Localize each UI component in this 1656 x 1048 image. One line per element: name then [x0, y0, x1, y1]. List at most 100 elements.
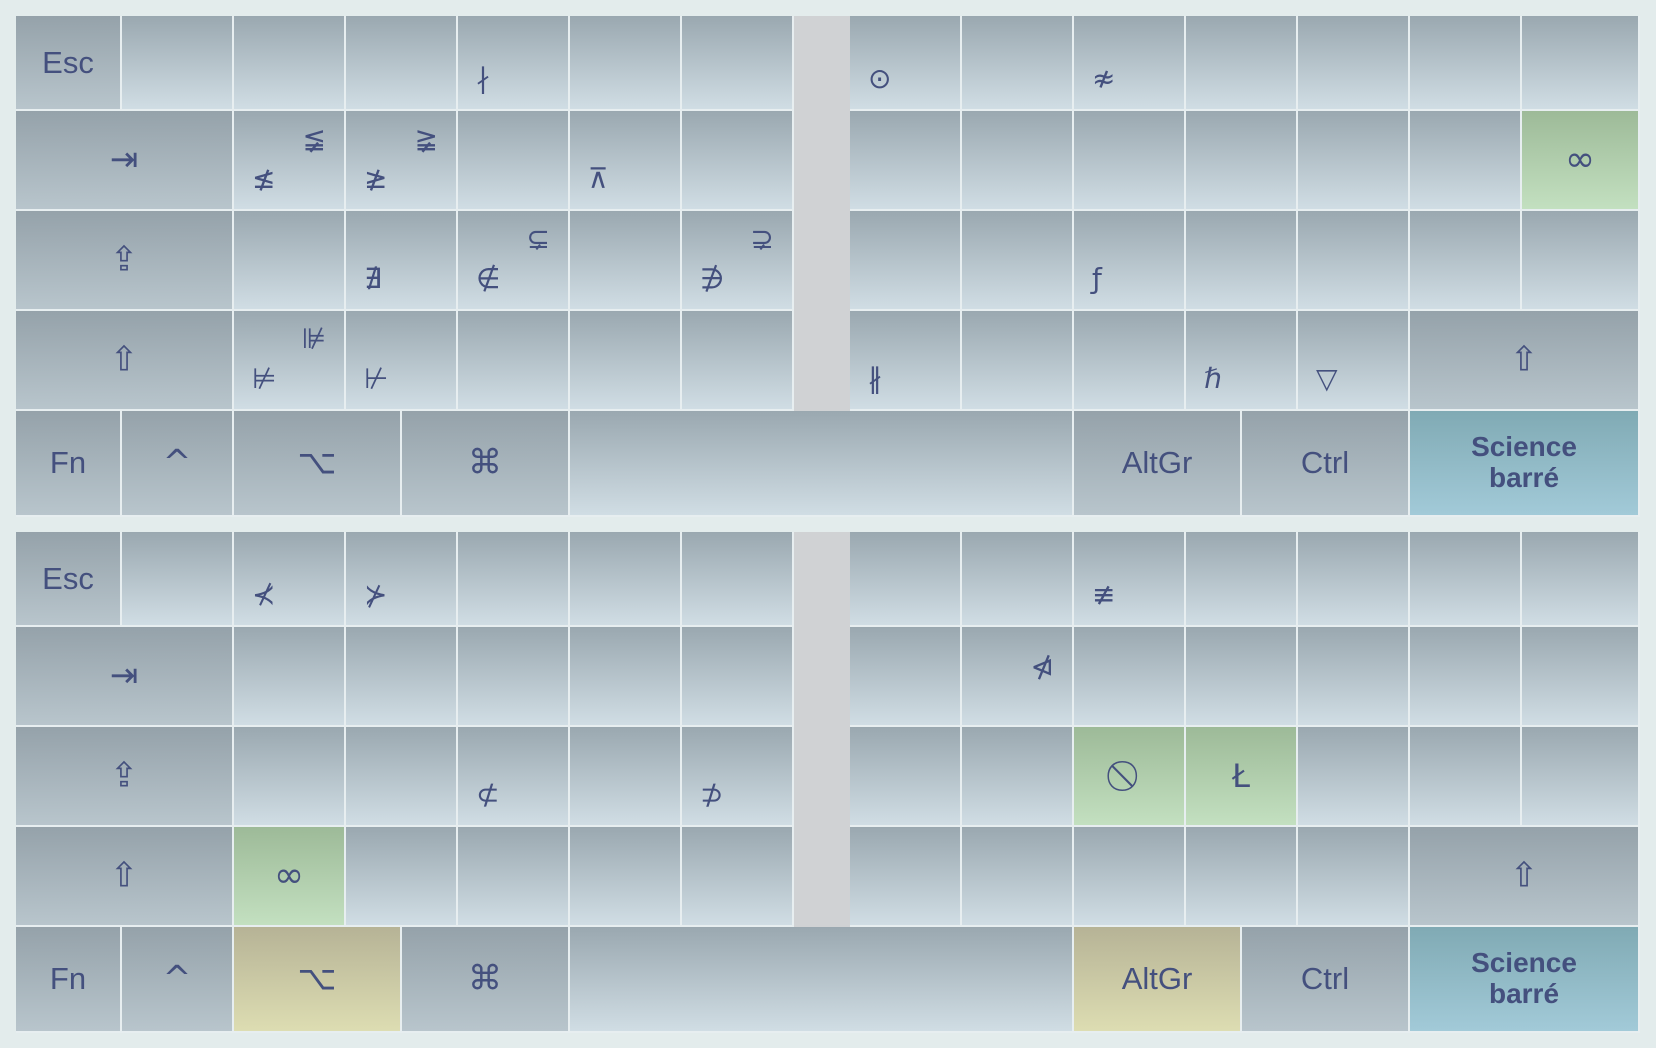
key-science-barre[interactable]: Science barré	[1410, 411, 1640, 517]
key[interactable]	[682, 111, 794, 211]
key[interactable]	[570, 16, 682, 111]
key[interactable]	[234, 211, 346, 311]
key[interactable]	[1522, 211, 1640, 311]
key-left-shift[interactable]: ⇧	[16, 827, 234, 927]
key[interactable]	[346, 727, 458, 827]
key[interactable]	[1074, 311, 1186, 411]
key[interactable]	[682, 311, 794, 411]
key[interactable]: ⊙	[850, 16, 962, 111]
key[interactable]: ⊄	[458, 727, 570, 827]
key-fn[interactable]: Fn	[16, 411, 122, 517]
key[interactable]	[1298, 627, 1410, 727]
key[interactable]	[1410, 211, 1522, 311]
key-capslock[interactable]: ⇪	[16, 211, 234, 311]
key[interactable]	[850, 532, 962, 627]
key[interactable]	[1410, 16, 1522, 111]
key-ctrl[interactable]: Ctrl	[1242, 927, 1410, 1033]
key[interactable]	[458, 827, 570, 927]
key-option[interactable]: ⌥	[234, 411, 402, 517]
key[interactable]: ƒ	[1074, 211, 1186, 311]
key-altgr[interactable]: AltGr	[1074, 411, 1242, 517]
key[interactable]	[1522, 532, 1640, 627]
key[interactable]	[1186, 111, 1298, 211]
key[interactable]	[850, 827, 962, 927]
key[interactable]	[458, 627, 570, 727]
key[interactable]	[1522, 727, 1640, 827]
key-tab[interactable]: ⇥	[16, 627, 234, 727]
key[interactable]	[1186, 16, 1298, 111]
key[interactable]	[1186, 827, 1298, 927]
key[interactable]	[1074, 111, 1186, 211]
key[interactable]: ▽	[1298, 311, 1410, 411]
key[interactable]	[570, 827, 682, 927]
key-command[interactable]: ⌘	[402, 927, 570, 1033]
key[interactable]	[1522, 627, 1640, 727]
key[interactable]	[962, 211, 1074, 311]
key[interactable]: ≰ ≨	[234, 111, 346, 211]
key[interactable]: ∦	[850, 311, 962, 411]
key[interactable]	[962, 16, 1074, 111]
key[interactable]: ∤	[458, 16, 570, 111]
key[interactable]	[962, 311, 1074, 411]
key[interactable]	[1298, 111, 1410, 211]
key[interactable]: ⊬	[346, 311, 458, 411]
key-esc[interactable]: Esc	[16, 16, 122, 111]
key[interactable]	[346, 16, 458, 111]
key[interactable]	[234, 627, 346, 727]
key[interactable]	[570, 311, 682, 411]
key[interactable]	[1410, 727, 1522, 827]
key[interactable]	[962, 111, 1074, 211]
key[interactable]	[682, 532, 794, 627]
key[interactable]	[682, 16, 794, 111]
key[interactable]	[962, 727, 1074, 827]
key[interactable]	[458, 532, 570, 627]
key[interactable]	[1298, 16, 1410, 111]
key-tab[interactable]: ⇥	[16, 111, 234, 211]
key[interactable]: ⋪	[962, 627, 1074, 727]
key[interactable]: ∌ ⊋	[682, 211, 794, 311]
key-right-shift[interactable]: ⇧	[1410, 827, 1640, 927]
key-science-barre[interactable]: Science barré	[1410, 927, 1640, 1033]
key-space[interactable]	[570, 927, 1074, 1033]
key[interactable]	[682, 627, 794, 727]
key[interactable]	[1074, 827, 1186, 927]
key-infinity[interactable]: ∞	[234, 827, 346, 927]
key-control[interactable]: ^	[122, 927, 234, 1033]
key-esc[interactable]: Esc	[16, 532, 122, 627]
key[interactable]	[1522, 16, 1640, 111]
key[interactable]: ⊀	[234, 532, 346, 627]
key[interactable]	[1410, 532, 1522, 627]
key-capslock[interactable]: ⇪	[16, 727, 234, 827]
key-fn[interactable]: Fn	[16, 927, 122, 1033]
key[interactable]	[1298, 532, 1410, 627]
key-left-shift[interactable]: ⇧	[16, 311, 234, 411]
key[interactable]	[1410, 111, 1522, 211]
key[interactable]	[346, 627, 458, 727]
key[interactable]	[962, 532, 1074, 627]
key[interactable]	[850, 727, 962, 827]
key-ctrl[interactable]: Ctrl	[1242, 411, 1410, 517]
key[interactable]: ℏ	[1186, 311, 1298, 411]
key[interactable]	[1298, 211, 1410, 311]
key[interactable]	[570, 211, 682, 311]
key[interactable]	[1298, 727, 1410, 827]
key[interactable]	[850, 627, 962, 727]
key[interactable]	[122, 532, 234, 627]
key[interactable]	[1298, 827, 1410, 927]
key-l-stroke[interactable]: Ł	[1186, 727, 1298, 827]
key[interactable]	[850, 111, 962, 211]
key[interactable]: ⊭ ⊯	[234, 311, 346, 411]
key-infinity[interactable]: ∞	[1522, 111, 1640, 211]
key[interactable]	[1410, 627, 1522, 727]
key[interactable]: ⊼	[570, 111, 682, 211]
key[interactable]	[962, 827, 1074, 927]
key[interactable]	[458, 111, 570, 211]
key-right-shift[interactable]: ⇧	[1410, 311, 1640, 411]
key[interactable]	[850, 211, 962, 311]
key[interactable]	[1186, 532, 1298, 627]
key-space[interactable]	[570, 411, 1074, 517]
key-command[interactable]: ⌘	[402, 411, 570, 517]
key[interactable]: ⊅	[682, 727, 794, 827]
key[interactable]	[458, 311, 570, 411]
key[interactable]	[234, 16, 346, 111]
